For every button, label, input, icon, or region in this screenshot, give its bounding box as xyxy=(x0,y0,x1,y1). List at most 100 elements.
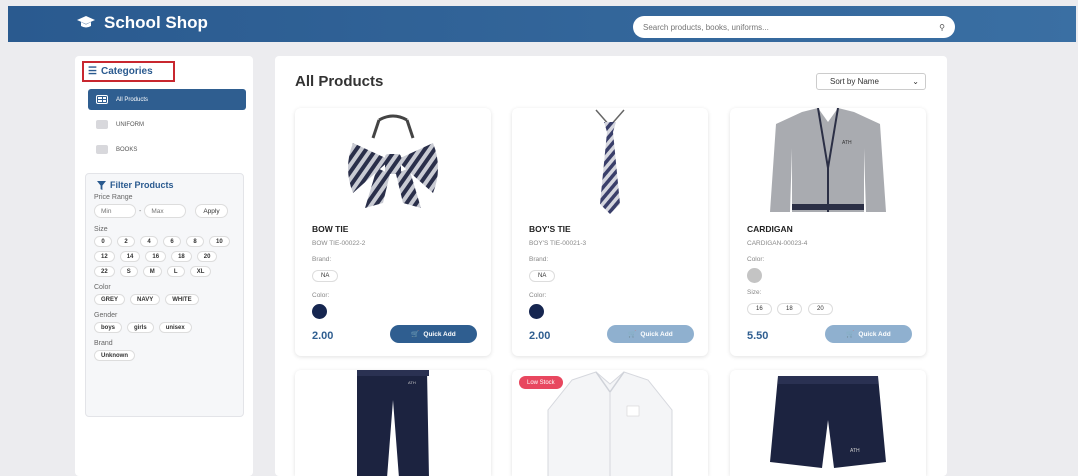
graduation-cap-icon xyxy=(77,16,95,28)
product-card[interactable]: Low Stock xyxy=(512,370,708,476)
size-chip[interactable]: 6 xyxy=(163,236,181,247)
color-caption: Color: xyxy=(747,256,765,263)
chevron-down-icon: ⌄ xyxy=(912,77,919,86)
quick-add-button[interactable]: 🛒 Quick Add xyxy=(825,325,912,343)
size-chip[interactable]: 16 xyxy=(145,251,167,262)
bow-tie-image xyxy=(348,114,438,208)
necktie-image xyxy=(595,109,625,214)
product-price: 2.00 xyxy=(312,330,334,342)
color-chips: GREY NAVY WHITE xyxy=(94,294,235,305)
cart-icon: 🛒 xyxy=(628,331,637,338)
size-chip[interactable]: 22 xyxy=(94,266,115,277)
color-chip[interactable]: NAVY xyxy=(130,294,161,305)
product-sku: BOW TIE-00022-2 xyxy=(312,240,366,247)
page-title: All Products xyxy=(295,73,384,90)
brand-chip[interactable]: Unknown xyxy=(94,350,135,361)
product-sku: CARDIGAN-00023-4 xyxy=(747,240,808,247)
quick-add-label: Quick Add xyxy=(858,330,891,338)
quick-add-label: Quick Add xyxy=(423,330,456,338)
svg-text:ATH: ATH xyxy=(408,380,416,385)
quick-add-label: Quick Add xyxy=(640,330,673,338)
brand-label: Brand xyxy=(94,340,113,347)
size-chip[interactable]: 18 xyxy=(171,251,192,262)
size-chip[interactable]: 12 xyxy=(94,251,115,262)
size-chip[interactable]: 14 xyxy=(119,251,141,262)
color-chip[interactable]: WHITE xyxy=(165,294,199,305)
price-range: - Apply xyxy=(94,204,235,218)
brand-pill[interactable]: NA xyxy=(529,270,556,282)
search-input[interactable] xyxy=(643,22,923,32)
apply-button[interactable]: Apply xyxy=(195,204,228,218)
size-chip[interactable]: 0 xyxy=(94,236,112,247)
size-pill[interactable]: 16 xyxy=(747,303,772,315)
color-caption: Color: xyxy=(312,292,330,299)
product-card[interactable]: BOY'S TIE BOY'S TIE-00021-3 Brand: NA Co… xyxy=(512,108,708,356)
color-swatch[interactable] xyxy=(312,304,327,319)
sort-select[interactable]: Sort by Name ⌄ xyxy=(816,73,926,90)
min-price-input[interactable] xyxy=(94,204,136,218)
size-label: Size xyxy=(94,226,108,233)
svg-text:ATH: ATH xyxy=(850,448,860,454)
quick-add-button[interactable]: 🛒 Quick Add xyxy=(607,325,694,343)
size-caption: Size: xyxy=(747,289,762,296)
filter-heading: Filter Products xyxy=(97,180,235,190)
gender-chip[interactable]: girls xyxy=(127,322,154,333)
size-pill[interactable]: 20 xyxy=(808,303,833,315)
cart-icon: 🛒 xyxy=(411,331,420,338)
trousers-image: ATH xyxy=(357,370,429,476)
size-chip[interactable]: 2 xyxy=(117,236,135,247)
search-icon[interactable]: ⚲ xyxy=(939,23,945,32)
max-price-input[interactable] xyxy=(144,204,187,218)
color-chip[interactable]: GREY xyxy=(94,294,126,305)
category-list: All Products UNIFORM BOOKS xyxy=(88,89,246,164)
brand-caption: Brand: xyxy=(312,256,332,263)
size-pill[interactable]: 18 xyxy=(777,303,802,315)
filter-panel: Filter Products Price Range - Apply Size… xyxy=(85,173,244,417)
color-swatch[interactable] xyxy=(747,268,762,283)
size-chip[interactable]: XL xyxy=(189,266,212,277)
category-all-products[interactable]: All Products xyxy=(88,89,246,110)
price-range-label: Price Range xyxy=(94,194,133,201)
sort-label: Sort by Name xyxy=(830,77,879,86)
size-chip[interactable]: 10 xyxy=(209,236,230,247)
product-card[interactable]: ATH xyxy=(295,370,491,476)
category-uniform[interactable]: UNIFORM xyxy=(88,114,246,135)
product-card[interactable]: BOW TIE BOW TIE-00022-2 Brand: NA Color:… xyxy=(295,108,491,356)
gender-chip[interactable]: unisex xyxy=(158,322,192,333)
size-chip[interactable]: M xyxy=(142,266,162,277)
quick-add-button[interactable]: 🛒 Quick Add xyxy=(390,325,477,343)
top-bar: School Shop ⚲ xyxy=(8,6,1076,42)
brand-name: School Shop xyxy=(104,13,208,32)
product-card[interactable]: ATH xyxy=(730,370,926,476)
product-name: CARDIGAN xyxy=(747,224,793,234)
color-caption: Color: xyxy=(529,292,547,299)
gender-chip[interactable]: boys xyxy=(94,322,123,333)
category-label: UNIFORM xyxy=(116,121,144,128)
brand-pill[interactable]: NA xyxy=(312,270,339,282)
size-chip[interactable]: 8 xyxy=(186,236,204,247)
grid-icon xyxy=(96,95,108,104)
category-label: All Products xyxy=(116,96,149,103)
category-icon xyxy=(96,145,108,154)
size-chip[interactable]: 4 xyxy=(140,236,158,247)
brand-caption: Brand: xyxy=(529,256,549,263)
category-icon xyxy=(96,120,108,129)
color-label: Color xyxy=(94,284,111,291)
search-bar[interactable]: ⚲ xyxy=(633,16,955,38)
size-chip[interactable]: 20 xyxy=(196,251,218,262)
brand-chips: Unknown xyxy=(94,350,235,361)
color-swatch[interactable] xyxy=(529,304,544,319)
funnel-icon xyxy=(97,180,106,190)
size-chip[interactable]: S xyxy=(119,266,138,277)
low-stock-badge: Low Stock xyxy=(519,376,563,389)
gender-label: Gender xyxy=(94,312,118,319)
brand[interactable]: School Shop xyxy=(76,13,208,33)
product-card[interactable]: ATH CARDIGAN CARDIGAN-00023-4 Color: Siz… xyxy=(730,108,926,356)
product-name: BOY'S TIE xyxy=(529,224,571,234)
category-label: BOOKS xyxy=(116,146,138,153)
categories-heading: ☰ Categories xyxy=(82,61,175,82)
cardigan-image: ATH xyxy=(770,108,886,212)
product-name: BOW TIE xyxy=(312,224,349,234)
size-chip[interactable]: L xyxy=(166,266,185,277)
category-books[interactable]: BOOKS xyxy=(88,139,246,160)
